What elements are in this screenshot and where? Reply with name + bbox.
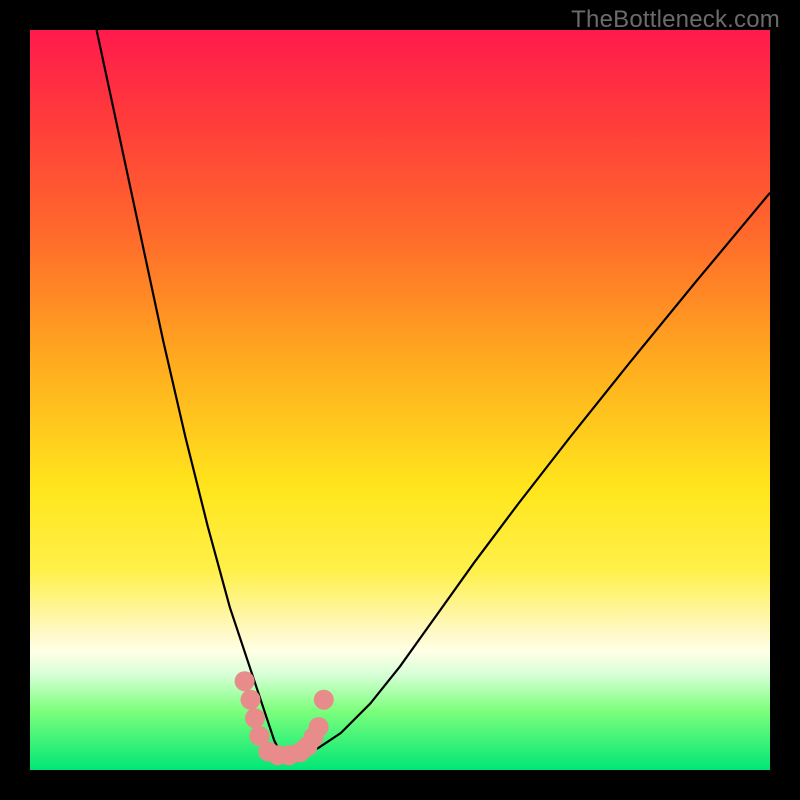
highlight-dot	[241, 690, 261, 710]
highlight-dot	[309, 717, 329, 737]
highlight-dot	[245, 708, 265, 728]
highlight-dot	[314, 690, 334, 710]
bottleneck-curve	[97, 30, 770, 755]
highlight-dots	[235, 671, 334, 765]
highlight-dot	[235, 671, 255, 691]
chart-plot-area	[30, 30, 770, 770]
chart-svg	[30, 30, 770, 770]
